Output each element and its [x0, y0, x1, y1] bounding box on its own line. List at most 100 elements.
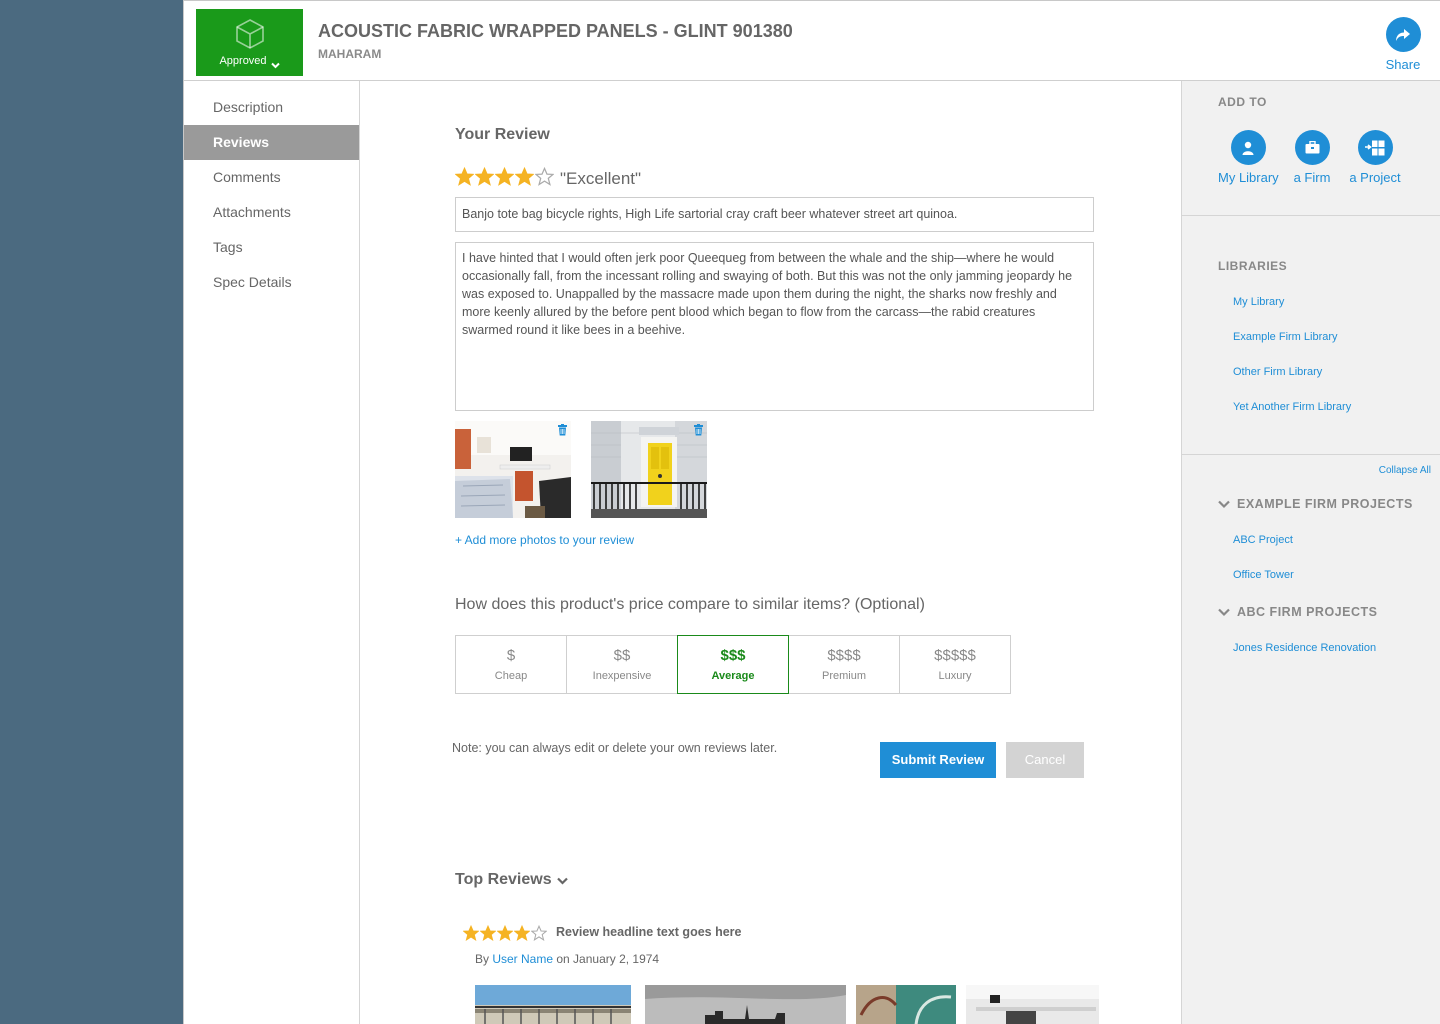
approval-status-dropdown[interactable]: Approved: [196, 9, 303, 76]
project-link-jones-residence[interactable]: Jones Residence Renovation: [1233, 642, 1376, 654]
review-photo-yellow-door: [591, 421, 707, 518]
delete-photo-icon[interactable]: [693, 423, 705, 437]
edit-note: Note: you can always edit or delete your…: [452, 741, 778, 755]
review-photo-desk: [966, 985, 1099, 1024]
review-photo-city: [645, 985, 846, 1024]
collapse-all-link[interactable]: Collapse All: [1379, 465, 1431, 476]
libraries-heading: LIBRARIES: [1218, 259, 1288, 273]
star-filled-icon[interactable]: [514, 166, 535, 191]
star-empty-icon: [530, 924, 548, 946]
byline-prefix: By: [475, 952, 493, 966]
price-option-symbol: $$$: [720, 647, 746, 664]
project-link-abc-project[interactable]: ABC Project: [1233, 534, 1293, 546]
nav-item-comments[interactable]: Comments: [184, 160, 359, 195]
price-option-label: Luxury: [938, 670, 972, 682]
top-reviews-sort-dropdown[interactable]: Top Reviews: [455, 869, 568, 890]
approval-status-label: Approved: [219, 54, 267, 67]
add-to-label: a Project: [1349, 170, 1401, 185]
price-option-premium[interactable]: $$$$ Premium: [788, 635, 900, 694]
your-review-heading: Your Review: [455, 126, 550, 143]
nav-item-tags[interactable]: Tags: [184, 230, 359, 265]
chevron-down-icon: [556, 872, 568, 890]
review-photo-staircase: [856, 985, 956, 1024]
user-icon: [1230, 130, 1266, 165]
star-rating-input[interactable]: [454, 166, 555, 191]
add-to-my-library-button[interactable]: My Library: [1218, 130, 1279, 185]
share-button[interactable]: Share: [1385, 17, 1421, 72]
price-option-symbol: $$$$$: [934, 647, 976, 664]
top-reviews-heading: Top Reviews: [455, 870, 552, 888]
cube-icon: [235, 19, 264, 49]
price-option-cheap[interactable]: $ Cheap: [455, 635, 567, 694]
price-comparison-selector: $ Cheap $$ Inexpensive $$$ Average $$$$ …: [455, 635, 1011, 694]
price-option-label: Cheap: [494, 670, 528, 682]
price-option-label: Average: [711, 670, 755, 682]
price-option-symbol: $$$$: [827, 647, 861, 664]
reviewer-name-link[interactable]: User Name: [492, 952, 553, 966]
project-group-toggle-example-firm[interactable]: EXAMPLE FIRM PROJECTS: [1218, 497, 1413, 511]
share-icon: [1385, 17, 1421, 52]
briefcase-icon: [1294, 130, 1330, 165]
price-option-average[interactable]: $$$ Average: [677, 635, 789, 694]
add-to-heading: ADD TO: [1218, 95, 1267, 109]
nav-item-reviews[interactable]: Reviews: [184, 125, 359, 160]
star-filled-icon[interactable]: [454, 166, 475, 191]
rating-text: "Excellent": [560, 169, 642, 188]
nav-item-spec-details[interactable]: Spec Details: [184, 265, 359, 300]
price-option-label: Premium: [821, 670, 866, 682]
divider: [1182, 215, 1440, 216]
add-photos-link[interactable]: + Add more photos to your review: [455, 533, 634, 547]
rating-row: "Excellent": [454, 166, 642, 191]
star-filled-icon: [462, 924, 480, 946]
price-option-inexpensive[interactable]: $$ Inexpensive: [566, 635, 678, 694]
review-headline: Review headline text goes here: [556, 925, 742, 939]
library-link-my-library[interactable]: My Library: [1233, 296, 1284, 308]
nav-item-attachments[interactable]: Attachments: [184, 195, 359, 230]
price-option-symbol: $$: [613, 647, 631, 664]
price-option-symbol: $: [506, 647, 516, 664]
star-filled-icon: [513, 924, 531, 946]
review-body-textarea[interactable]: I have hinted that I would often jerk po…: [455, 242, 1094, 411]
star-filled-icon[interactable]: [494, 166, 515, 191]
chevron-down-icon: [270, 53, 280, 69]
project-group-toggle-abc-firm[interactable]: ABC FIRM PROJECTS: [1218, 605, 1377, 619]
add-to-label: a Firm: [1293, 170, 1331, 185]
review-photo-bedroom: [455, 421, 571, 518]
review-date: on January 2, 1974: [553, 952, 660, 966]
library-link-yet-another-firm[interactable]: Yet Another Firm Library: [1233, 401, 1351, 413]
main-content: Your Review "Excellent" Banjo tote bag b…: [360, 81, 1181, 1024]
section-nav: Description Reviews Comments Attachments…: [184, 81, 360, 1024]
star-filled-icon: [479, 924, 497, 946]
price-option-luxury[interactable]: $$$$$ Luxury: [899, 635, 1011, 694]
chevron-down-icon: [1218, 500, 1230, 508]
product-detail-window: Approved ACOUSTIC FABRIC WRAPPED PANELS …: [183, 0, 1440, 1024]
star-filled-icon: [496, 924, 514, 946]
add-to-project-button[interactable]: a Project: [1349, 130, 1401, 185]
review-photo-building: [475, 985, 631, 1024]
nav-item-description[interactable]: Description: [184, 90, 359, 125]
delete-photo-icon[interactable]: [557, 423, 569, 437]
library-link-example-firm[interactable]: Example Firm Library: [1233, 331, 1338, 343]
star-empty-icon[interactable]: [534, 166, 555, 191]
header: Approved ACOUSTIC FABRIC WRAPPED PANELS …: [184, 1, 1440, 81]
divider: [1182, 454, 1440, 455]
product-title: ACOUSTIC FABRIC WRAPPED PANELS - GLINT 9…: [318, 21, 793, 41]
add-to-project-icon: [1357, 130, 1393, 165]
review-headline-input[interactable]: Banjo tote bag bicycle rights, High Life…: [455, 197, 1094, 232]
review-star-rating: [462, 924, 548, 946]
star-filled-icon[interactable]: [474, 166, 495, 191]
price-question: How does this product's price compare to…: [455, 596, 925, 613]
add-to-firm-button[interactable]: a Firm: [1292, 130, 1332, 185]
review-byline: By User Name on January 2, 1974: [475, 952, 659, 966]
add-to-sidebar: ADD TO My Library a Firm a Project LIBRA…: [1181, 81, 1440, 1024]
add-to-label: My Library: [1218, 170, 1279, 185]
project-link-office-tower[interactable]: Office Tower: [1233, 569, 1294, 581]
project-group-heading: ABC FIRM PROJECTS: [1237, 605, 1378, 619]
manufacturer-name: MAHARAM: [318, 47, 382, 61]
cancel-button[interactable]: Cancel: [1006, 742, 1084, 778]
submit-review-button[interactable]: Submit Review: [880, 742, 996, 778]
chevron-down-icon: [1218, 608, 1230, 616]
library-link-other-firm[interactable]: Other Firm Library: [1233, 366, 1322, 378]
share-label: Share: [1385, 57, 1421, 72]
price-option-label: Inexpensive: [592, 670, 652, 682]
